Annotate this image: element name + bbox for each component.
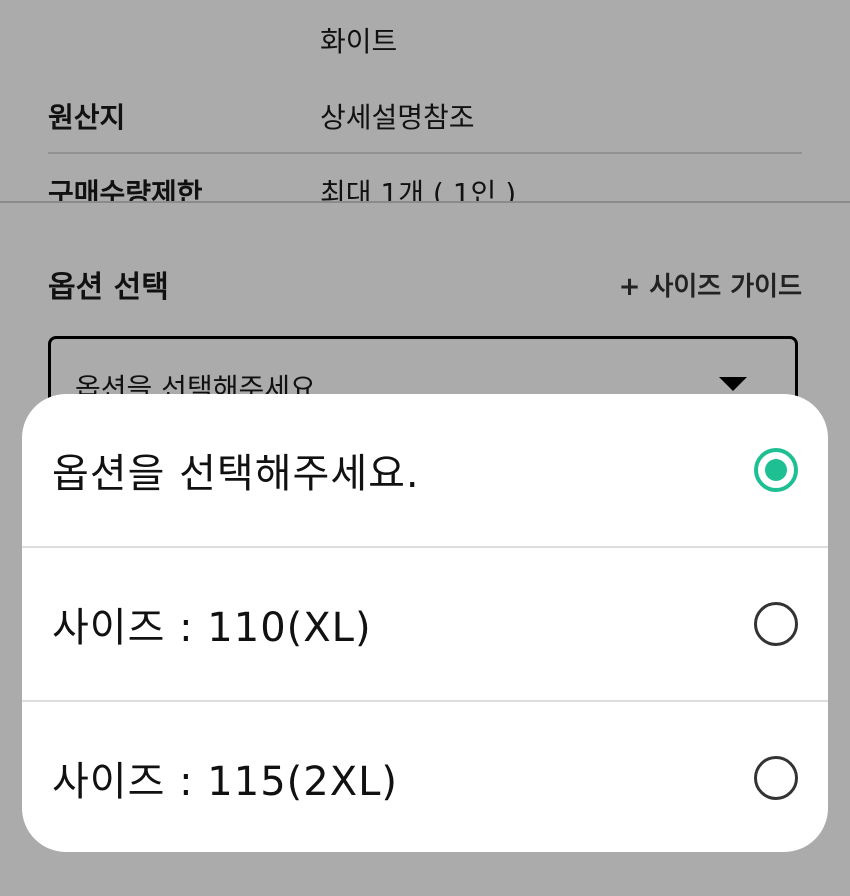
option-item-label: 사이즈 : 115(2XL)	[52, 759, 399, 805]
radio-unselected-icon[interactable]	[754, 756, 798, 800]
radio-unselected-icon[interactable]	[754, 602, 798, 646]
option-item-label: 사이즈 : 110(XL)	[52, 605, 372, 651]
option-item-label: 옵션을 선택해주세요.	[52, 451, 420, 497]
option-item[interactable]: 옵션을 선택해주세요.	[22, 394, 828, 546]
option-item[interactable]: 사이즈 : 110(XL)	[22, 548, 828, 700]
option-picker-dialog: 옵션을 선택해주세요. 사이즈 : 110(XL) 사이즈 : 115(2XL)	[22, 394, 828, 852]
option-item[interactable]: 사이즈 : 115(2XL)	[22, 702, 828, 852]
radio-selected-icon[interactable]	[754, 448, 798, 492]
